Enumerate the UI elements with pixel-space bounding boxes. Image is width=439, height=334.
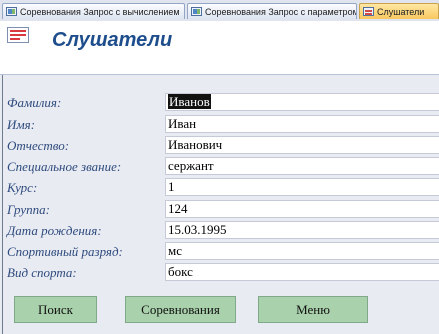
tab-competitions-param-query[interactable]: Соревнования Запрос с параметром [187, 3, 357, 19]
field-last-name[interactable]: Иванов [165, 93, 439, 111]
label-special-rank: Специальное звание: [7, 159, 122, 174]
label-course: Курс: [7, 180, 38, 195]
form-icon [363, 7, 374, 16]
form-left-border [2, 75, 3, 334]
field-birth-date[interactable]: 15.03.1995 [165, 221, 439, 239]
form-title: Слушатели [52, 29, 173, 51]
form-icon [7, 27, 29, 43]
field-first-name[interactable]: Иван [165, 115, 439, 133]
label-sport-type: Вид спорта: [7, 265, 77, 280]
field-course[interactable]: 1 [165, 178, 439, 196]
menu-button[interactable]: Меню [258, 296, 368, 323]
field-sport-type[interactable]: бокс [165, 263, 439, 281]
field-value: Иванов [168, 94, 211, 109]
label-last-name: Фамилия: [7, 95, 62, 110]
document-tab-bar: Соревнования Запрос с вычислением Соревн… [0, 0, 439, 22]
tab-label: Слушатели [377, 7, 425, 17]
label-patronymic: Отчество: [7, 138, 70, 153]
competitions-button[interactable]: Соревнования [125, 296, 236, 323]
label-birth-date: Дата рождения: [7, 223, 102, 238]
tab-listeners-form[interactable]: Слушатели [359, 3, 439, 19]
field-special-rank[interactable]: сержант [165, 157, 439, 175]
label-first-name: Имя: [7, 117, 36, 132]
query-icon [191, 7, 202, 16]
query-icon [6, 7, 17, 16]
label-group: Группа: [7, 202, 50, 217]
tab-label: Соревнования Запрос с вычислением [20, 7, 180, 17]
field-group[interactable]: 124 [165, 200, 439, 218]
field-patronymic[interactable]: Иванович [165, 136, 439, 154]
tab-label: Соревнования Запрос с параметром [205, 7, 357, 17]
search-button[interactable]: Поиск [14, 296, 97, 323]
form-header: Слушатели [0, 21, 439, 75]
label-sport-grade: Спортивный разряд: [7, 244, 123, 259]
field-sport-grade[interactable]: мс [165, 242, 439, 260]
tab-competitions-calc-query[interactable]: Соревнования Запрос с вычислением [2, 3, 185, 19]
